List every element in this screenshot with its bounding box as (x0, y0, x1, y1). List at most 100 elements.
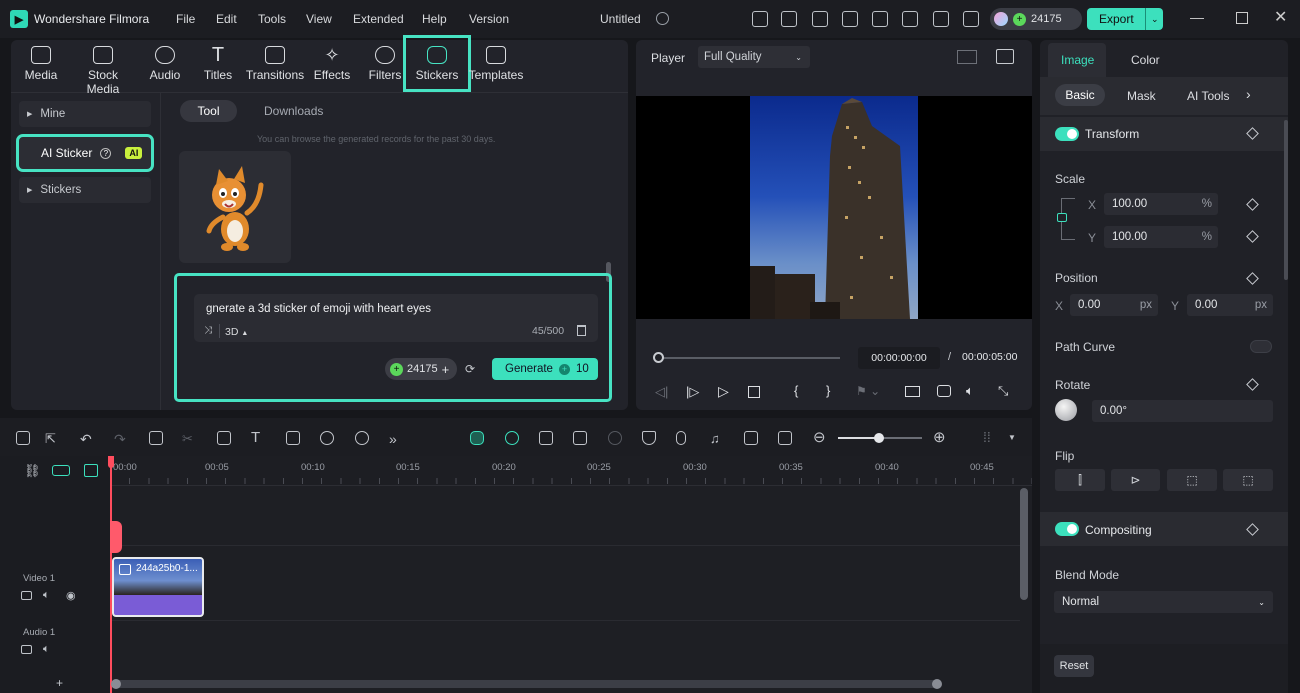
scrollbar-left-handle[interactable] (111, 679, 121, 689)
expand-icon[interactable]: ⤡ (998, 383, 1008, 399)
play-icon[interactable]: ▷ (718, 383, 729, 400)
ai-assistant-icon[interactable] (470, 431, 484, 445)
zoom-out-icon[interactable]: ⊖ (813, 430, 827, 445)
subtab-ai-tools[interactable]: AI Tools (1187, 89, 1229, 103)
headset-icon[interactable] (933, 11, 949, 27)
sidebar-item-stickers[interactable]: ▶ Stickers (19, 177, 151, 203)
playhead-handle[interactable] (108, 456, 114, 468)
compositing-toggle[interactable] (1055, 522, 1079, 536)
color-match-icon[interactable] (355, 431, 369, 445)
speed-icon[interactable] (320, 431, 334, 445)
shuffle-icon[interactable]: ⤨ (204, 325, 212, 336)
menu-view[interactable]: View (306, 12, 332, 26)
subtab-mask[interactable]: Mask (1127, 89, 1156, 103)
zoom-slider-handle[interactable] (874, 433, 884, 443)
tab-templates[interactable]: Templates (466, 44, 526, 88)
current-time[interactable]: 00:00:00:00 (858, 347, 940, 369)
snap-magnet-icon[interactable] (505, 431, 519, 445)
previous-frame-icon[interactable]: ◁| (655, 384, 668, 400)
layout-icon[interactable] (842, 11, 858, 27)
video-clip[interactable]: 244a25b0-1... (112, 557, 204, 617)
close-icon[interactable]: ✕ (1274, 7, 1287, 27)
timeline-horizontal-scrollbar[interactable] (113, 680, 941, 688)
scene-detect-icon[interactable] (573, 431, 587, 445)
export-button[interactable]: Export ⌄ (1087, 8, 1163, 30)
restore-icon[interactable] (1236, 12, 1248, 24)
track-manager-icon[interactable] (84, 464, 98, 477)
stop-icon[interactable] (748, 386, 760, 398)
path-curve-toggle[interactable] (1250, 340, 1272, 353)
mark-in-icon[interactable]: { (794, 383, 798, 398)
disabled-tool-icon[interactable] (608, 431, 622, 445)
camera-icon[interactable] (937, 385, 951, 397)
position-y-input[interactable]: 0.00 px (1187, 294, 1273, 316)
generate-button[interactable]: Generate + 10 (492, 358, 598, 380)
rotate-input[interactable]: 0.00° (1092, 400, 1273, 422)
sidebar-item-mine[interactable]: ▶ Mine (19, 101, 151, 127)
crop-icon[interactable] (217, 431, 231, 445)
apps-grid-icon[interactable] (963, 11, 979, 27)
snapshot-image-icon[interactable] (996, 49, 1014, 64)
cut-scissors-icon[interactable]: ✂ (182, 431, 196, 446)
menu-extended[interactable]: Extended (353, 12, 404, 26)
quality-select[interactable]: Full Quality ⌄ (698, 46, 810, 68)
scale-x-input[interactable]: 100.00% (1104, 193, 1218, 215)
shield-icon[interactable] (642, 431, 656, 445)
tab-audio[interactable]: Audio (135, 44, 195, 88)
delete-icon[interactable] (149, 431, 163, 445)
minimize-icon[interactable]: — (1190, 9, 1204, 25)
menu-help[interactable]: Help (422, 12, 447, 26)
blend-mode-select[interactable]: Normal ⌄ (1054, 591, 1273, 613)
mask-shape-icon[interactable] (286, 431, 300, 445)
position-x-input[interactable]: 0.00 px (1070, 294, 1158, 316)
prompt-credits-button[interactable]: + 24175 + (385, 358, 457, 380)
save-icon[interactable] (872, 11, 888, 27)
auto-reframe-icon[interactable] (539, 431, 553, 445)
scrollbar-right-handle[interactable] (932, 679, 942, 689)
gift-icon[interactable] (752, 11, 768, 27)
undo-icon[interactable]: ↶ (80, 431, 94, 447)
tab-downloads[interactable]: Downloads (264, 104, 323, 118)
scale-y-input[interactable]: 100.00% (1104, 226, 1218, 248)
step-forward-icon[interactable]: |▷ (686, 384, 699, 400)
fit-timeline-icon[interactable] (778, 431, 792, 445)
playhead-marker[interactable] (110, 521, 122, 553)
sidebar-item-ai-sticker[interactable]: AI Sticker ? AI (16, 134, 154, 172)
tab-effects[interactable]: ✧ Effects (302, 44, 362, 88)
reset-button[interactable]: Reset (1054, 655, 1094, 677)
tab-transitions[interactable]: Transitions (244, 44, 306, 88)
add-track-plus-icon[interactable]: + (56, 676, 63, 690)
tab-stickers[interactable]: Stickers (403, 35, 471, 92)
track-lock-icon[interactable] (21, 591, 32, 600)
redo-icon[interactable]: ↷ (114, 431, 128, 447)
chevron-right-icon[interactable]: › (1246, 86, 1251, 102)
fullscreen-display-icon[interactable] (905, 386, 920, 397)
menu-tools[interactable]: Tools (258, 12, 286, 26)
track-mute-icon[interactable]: 🔈︎ (43, 589, 50, 602)
cloud-upload-icon[interactable] (902, 11, 918, 27)
refresh-icon[interactable]: ⟳ (465, 362, 475, 376)
tab-stock-media[interactable]: Stock Media (70, 44, 136, 96)
prompt-input[interactable]: gnerate a 3d sticker of emoji with heart… (206, 303, 431, 315)
microphone-icon[interactable] (676, 431, 686, 445)
tab-titles[interactable]: T Titles (188, 44, 248, 88)
credits-badge[interactable]: + 24175 (990, 8, 1082, 30)
flip-vertical-icon[interactable]: ⊳ (1111, 469, 1160, 491)
export-dropdown-icon[interactable]: ⌄ (1145, 8, 1159, 30)
grid-options-icon[interactable]: ⁞⁞ (983, 430, 997, 445)
menu-edit[interactable]: Edit (216, 12, 237, 26)
tab-tool[interactable]: Tool (180, 100, 237, 122)
playback-progress-handle[interactable] (653, 352, 664, 363)
help-icon[interactable]: ? (100, 147, 112, 159)
more-tools-icon[interactable]: » (389, 431, 403, 447)
inspector-scrollbar[interactable] (1284, 120, 1288, 280)
menu-version[interactable]: Version (469, 12, 509, 26)
generated-sticker-thumbnail[interactable] (179, 151, 291, 263)
render-preview-icon[interactable] (744, 431, 758, 445)
rotate-dial[interactable] (1055, 399, 1077, 421)
style-dropdown[interactable]: 3D ▲ (225, 326, 248, 338)
rotate-clockwise-icon[interactable]: ⬚ (1167, 469, 1217, 491)
tab-image[interactable]: Image (1061, 53, 1094, 67)
link-icon[interactable]: ⛓︎ (24, 463, 41, 479)
trash-icon[interactable] (577, 325, 586, 336)
